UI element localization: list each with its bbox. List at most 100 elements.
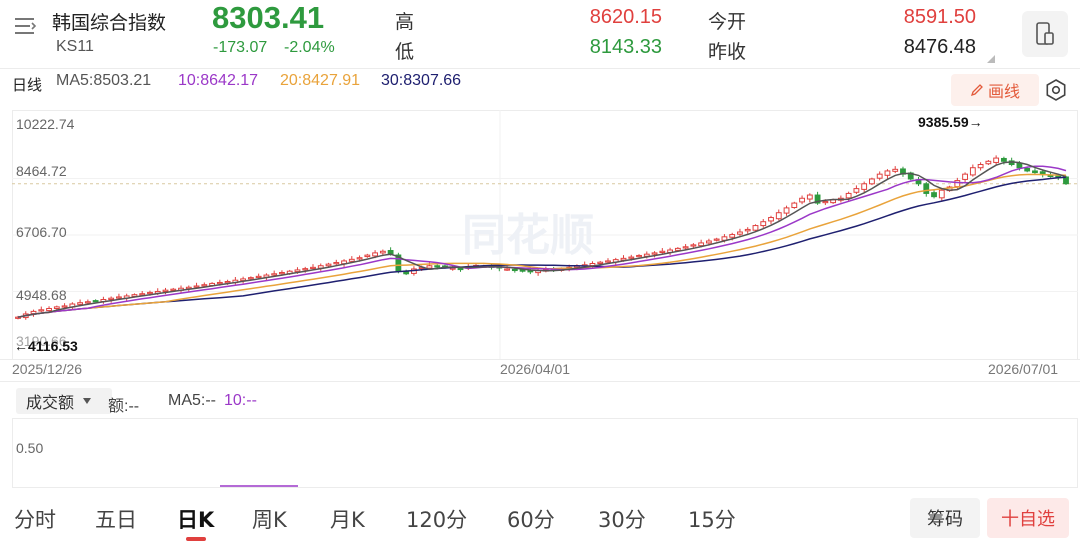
candle (775, 212, 782, 220)
tab-120min[interactable]: 120分 (406, 504, 467, 534)
axis-divider (0, 381, 1080, 382)
candle (690, 244, 697, 247)
period-label: 日线 (12, 76, 43, 94)
pencil-icon (970, 84, 983, 97)
candle (869, 178, 875, 185)
expand-corner-icon[interactable] (987, 55, 995, 63)
candle (806, 194, 813, 200)
candle (434, 265, 441, 268)
candle (938, 189, 945, 199)
candle (1016, 162, 1023, 169)
candle (628, 256, 635, 259)
menu-icon[interactable] (12, 14, 38, 38)
candle (636, 254, 642, 258)
candle (84, 301, 91, 304)
candlestick-chart[interactable]: 同花顺 (12, 110, 1078, 360)
candle (387, 250, 394, 255)
candle (969, 167, 976, 176)
tab-60min[interactable]: 60分 (507, 504, 555, 534)
volume-chart[interactable] (12, 418, 1078, 488)
chip-distribution-button[interactable]: 筹码 (910, 498, 980, 538)
volume-y-tick: 0.50 (16, 440, 44, 456)
volume-indicator-select[interactable]: 成交额 (16, 388, 112, 414)
candle (216, 281, 223, 285)
volume-ma5: MA5:-- (168, 392, 216, 409)
candle (279, 271, 285, 275)
candle (201, 284, 208, 287)
low-value: 8143.33 (589, 36, 662, 58)
tab-15min[interactable]: 15分 (688, 504, 736, 534)
candle (752, 225, 759, 231)
x-tick-mid: 2026/04/01 (500, 361, 571, 377)
candle (356, 257, 363, 260)
open-value: 8591.50 (903, 6, 976, 28)
candle (170, 288, 177, 291)
active-tab-indicator (186, 537, 206, 541)
candle (884, 170, 891, 176)
ma-legend: 日线 MA5:8503.21 10:8642.17 20:8427.91 30:… (0, 68, 1080, 110)
candle (977, 164, 984, 169)
low-label: 低 (395, 41, 415, 63)
candle (139, 293, 146, 296)
candle (791, 202, 798, 209)
candle (46, 307, 52, 312)
candle (504, 268, 510, 271)
candle (962, 173, 968, 180)
device-switch-button[interactable] (1022, 11, 1068, 57)
ma20-value: 20:8427.91 (280, 72, 361, 89)
candle (271, 273, 278, 276)
ma10-value: 10:8642.17 (178, 72, 259, 89)
candle (931, 192, 937, 198)
candle (333, 262, 340, 265)
high-value: 8620.15 (589, 6, 662, 28)
add-watchlist-button[interactable]: 十自选 (987, 498, 1069, 538)
candle (993, 157, 1000, 163)
candle (116, 296, 122, 299)
min-marker: ←4116.53 (14, 338, 78, 354)
candle (147, 291, 153, 295)
y-tick-4: 4948.68 (16, 287, 67, 303)
candle (783, 207, 790, 214)
tab-five-day[interactable]: 五日 (95, 504, 137, 534)
y-tick-2: 8464.72 (16, 163, 67, 179)
chart-bottom-divider (0, 359, 1080, 360)
tab-30min[interactable]: 30分 (598, 504, 646, 534)
price-change-percent: -2.04% (284, 39, 335, 56)
candle (799, 197, 805, 203)
candle (38, 309, 45, 312)
candle (426, 265, 433, 269)
candle (457, 267, 464, 271)
candle (348, 258, 355, 262)
candle (876, 173, 883, 179)
y-tick-3: 6706.70 (16, 224, 67, 240)
candle (605, 260, 611, 263)
candle (61, 305, 68, 308)
max-marker: 9385.59→ (918, 114, 983, 130)
tab-monthly-k[interactable]: 月K (330, 504, 365, 534)
candle (92, 300, 99, 303)
volume-ma10: 10:-- (224, 392, 257, 409)
phone-icon (1036, 22, 1054, 45)
candle (162, 289, 169, 292)
x-tick-start: 2025/12/26 (12, 361, 83, 377)
candle (853, 188, 860, 193)
tab-weekly-k[interactable]: 周K (252, 504, 287, 534)
candle (302, 268, 309, 271)
candle (651, 252, 658, 255)
tab-intraday[interactable]: 分时 (14, 504, 56, 534)
x-tick-end: 2026/07/01 (988, 361, 1059, 377)
candle (53, 306, 60, 309)
candle (985, 160, 992, 165)
candle (255, 275, 262, 279)
ma30-value: 30:8307.66 (381, 72, 462, 89)
draw-line-button[interactable]: 画线 (951, 74, 1039, 106)
candle (1039, 171, 1046, 175)
candle (511, 268, 518, 272)
candle (822, 200, 829, 204)
candle (1024, 167, 1031, 172)
settings-icon[interactable] (1043, 77, 1069, 103)
tab-daily-k[interactable]: 日K (177, 504, 214, 534)
volume-amount: 额:-- (108, 398, 140, 415)
candle (193, 285, 200, 288)
index-name: 韩国综合指数 (52, 12, 167, 34)
